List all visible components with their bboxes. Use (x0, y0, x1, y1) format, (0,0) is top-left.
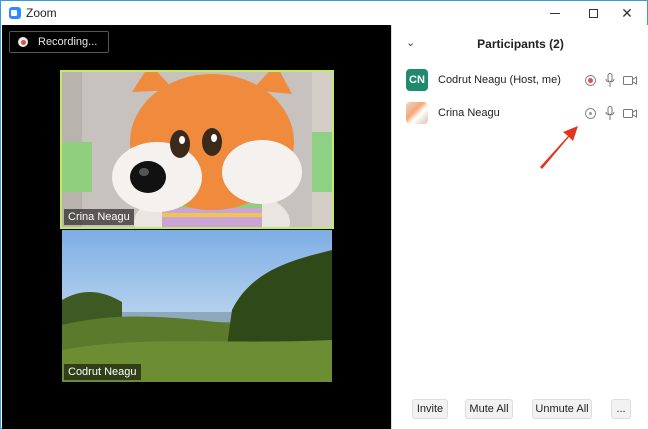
more-options-button[interactable]: ... (611, 399, 631, 419)
tile-name-label: Crina Neagu (64, 209, 134, 225)
minimize-icon (550, 12, 560, 14)
video-tile-codrut[interactable]: Codrut Neagu (62, 230, 332, 382)
recording-indicator[interactable]: Recording... (9, 31, 109, 53)
zoom-window: Zoom ✕ Recording... Crina Neagu Codrut N… (0, 0, 648, 429)
maximize-icon (588, 8, 598, 18)
avatar: CN (406, 69, 428, 91)
window-title: Zoom (26, 6, 57, 20)
participants-title: Participants (2) (477, 37, 564, 51)
landscape-video (62, 230, 332, 382)
zoom-logo-icon (9, 7, 21, 19)
minimize-button[interactable] (535, 1, 575, 25)
mute-all-button[interactable]: Mute All (465, 399, 513, 419)
record-icon (585, 75, 596, 86)
tile-name-label: Codrut Neagu (64, 364, 141, 380)
close-icon: ✕ (621, 5, 633, 21)
record-icon (585, 108, 596, 119)
recording-label: Recording... (38, 36, 98, 48)
participant-row[interactable]: CN Codrut Neagu (Host, me) (392, 66, 648, 96)
participant-row[interactable]: Crina Neagu (392, 99, 648, 129)
invite-button[interactable]: Invite (412, 399, 448, 419)
annotation-arrow-icon (540, 126, 578, 169)
microphone-icon[interactable] (605, 73, 615, 88)
record-icon (18, 37, 28, 47)
participant-name: Codrut Neagu (Host, me) (438, 74, 561, 86)
participants-panel: ⌄ Participants (2) CN Codrut Neagu (Host… (391, 25, 648, 429)
video-gallery: Recording... Crina Neagu Codrut Neagu (2, 25, 391, 429)
fox-plush-video (62, 72, 332, 227)
video-camera-icon[interactable] (623, 108, 637, 119)
close-button[interactable]: ✕ (607, 1, 647, 25)
title-bar: Zoom ✕ (1, 1, 647, 25)
participants-footer: Invite Mute All Unmute All ... (392, 397, 648, 423)
avatar (406, 102, 428, 124)
video-camera-icon[interactable] (623, 75, 637, 86)
unmute-all-button[interactable]: Unmute All (532, 399, 592, 419)
participant-name: Crina Neagu (438, 107, 500, 119)
participants-header: ⌄ Participants (2) (392, 25, 648, 63)
microphone-icon[interactable] (605, 106, 615, 121)
video-tile-crina[interactable]: Crina Neagu (60, 70, 334, 229)
